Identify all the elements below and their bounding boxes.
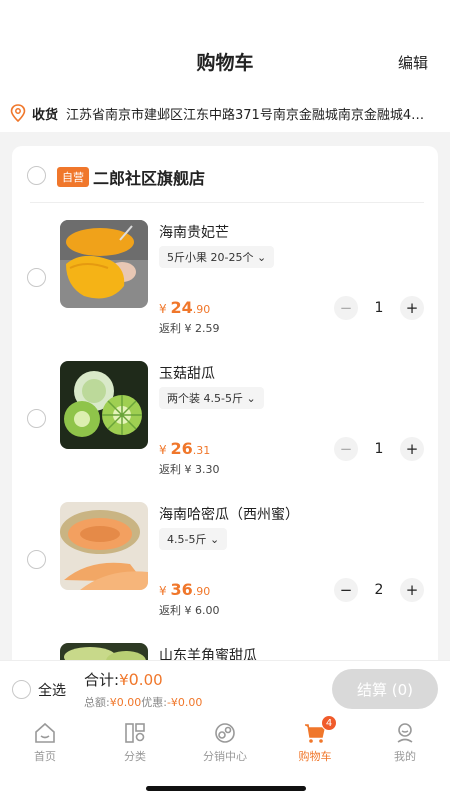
price-decimal: .31	[192, 444, 211, 457]
cart-count-badge: 4	[321, 715, 337, 731]
decrease-button[interactable]: −	[334, 437, 358, 461]
cart-item: 海南哈密瓜（西州蜜） 4.5-5斤 ⌄ ¥ 36.90 返利 ¥ 6.00 − …	[12, 502, 438, 642]
discount-value: -¥0.00	[166, 696, 203, 709]
store-name[interactable]: 二郎社区旗舰店	[93, 165, 205, 189]
product-image-mango[interactable]	[60, 220, 148, 308]
quantity-value[interactable]: 1	[375, 441, 384, 457]
quantity-stepper: − 1 +	[334, 296, 424, 320]
tab-label: 购物车	[298, 750, 332, 763]
sum-value: ¥0.00	[109, 696, 142, 709]
store-cart-card: 自营 二郎社区旗舰店 海南贵妃芒 5斤小果 20-25个 ⌄ ¥ 24.90 返…	[12, 146, 438, 706]
tab-profile[interactable]: 我的	[360, 721, 450, 764]
tab-home[interactable]: 首页	[0, 721, 90, 764]
product-price: ¥ 24.90	[159, 298, 210, 317]
tab-label: 我的	[394, 750, 416, 763]
total-integer: 0	[128, 670, 139, 689]
category-icon	[123, 721, 147, 745]
quantity-stepper: − 2 +	[334, 578, 424, 602]
tab-label: 分销中心	[203, 750, 247, 763]
tab-distribution[interactable]: 分销中心	[180, 721, 270, 764]
self-operated-badge: 自营	[57, 167, 89, 187]
cart-icon: 4	[303, 715, 337, 745]
rebate-text: 返利 ¥ 3.30	[159, 463, 220, 476]
increase-button[interactable]: +	[399, 296, 424, 320]
profile-icon	[393, 721, 417, 745]
store-header: 自营 二郎社区旗舰店	[12, 164, 438, 188]
spec-selector[interactable]: 5斤小果 20-25个 ⌄	[159, 246, 275, 268]
spec-text: 5斤小果 20-25个	[167, 251, 254, 264]
address-value: 江苏省南京市建邺区江东中路371号南京金融城南京金融城4…	[66, 107, 425, 123]
sum-label: 总额:	[84, 696, 110, 709]
discount-label: 优惠:	[141, 696, 167, 709]
checkout-bar: 全选 合计:¥0.00 总额:¥0.00优惠:-¥0.00 结算 (0)	[0, 660, 450, 716]
price-currency: ¥	[159, 302, 167, 316]
spec-selector[interactable]: 4.5-5斤 ⌄	[159, 528, 228, 550]
select-all-checkbox[interactable]	[12, 680, 31, 699]
product-image-hami-melon[interactable]	[60, 502, 148, 590]
rebate-text: 返利 ¥ 6.00	[159, 604, 220, 617]
address-label: 收货	[32, 107, 59, 123]
price-decimal: .90	[192, 585, 211, 598]
price-integer: 24	[170, 298, 193, 317]
total-decimal: .00	[138, 671, 163, 689]
total-currency: ¥	[119, 671, 129, 689]
spec-text: 4.5-5斤	[167, 533, 207, 546]
tab-cart[interactable]: 4 购物车	[270, 715, 360, 764]
header: 购物车 编辑 收货 江苏省南京市建邺区江东中路371号南京金融城南京金融城4…	[0, 0, 450, 132]
price-summary: 总额:¥0.00优惠:-¥0.00	[84, 694, 202, 710]
price-integer: 26	[170, 439, 193, 458]
divider	[30, 202, 424, 203]
product-image-melon[interactable]	[60, 361, 148, 449]
cart-item: 玉菇甜瓜 两个装 4.5-5斤 ⌄ ¥ 26.31 返利 ¥ 3.30 − 1 …	[12, 361, 438, 501]
chevron-down-icon: ⌄	[209, 533, 220, 546]
price-decimal: .90	[192, 303, 211, 316]
location-pin-icon	[10, 104, 26, 122]
product-name[interactable]: 海南哈密瓜（西州蜜）	[159, 504, 299, 524]
select-all-label[interactable]: 全选	[38, 680, 66, 700]
page-title: 购物车	[196, 52, 254, 74]
product-price: ¥ 26.31	[159, 439, 210, 458]
checkout-button[interactable]: 结算 (0)	[332, 669, 438, 709]
item-select-checkbox[interactable]	[27, 409, 46, 428]
tab-label: 分类	[124, 750, 146, 763]
quantity-value[interactable]: 1	[375, 300, 384, 316]
cart-item: 海南贵妃芒 5斤小果 20-25个 ⌄ ¥ 24.90 返利 ¥ 2.59 − …	[12, 220, 438, 360]
tab-label: 首页	[34, 750, 56, 763]
total-price: 合计:¥0.00	[84, 669, 163, 690]
total-label: 合计:	[84, 671, 120, 689]
store-select-checkbox[interactable]	[27, 166, 46, 185]
price-currency: ¥	[159, 584, 167, 598]
product-price: ¥ 36.90	[159, 580, 210, 599]
distribution-icon	[213, 721, 237, 745]
item-select-checkbox[interactable]	[27, 550, 46, 569]
chevron-down-icon: ⌄	[246, 392, 256, 405]
delivery-address[interactable]: 收货 江苏省南京市建邺区江东中路371号南京金融城南京金融城4…	[10, 102, 440, 124]
decrease-button[interactable]: −	[334, 578, 358, 602]
product-name[interactable]: 海南贵妃芒	[159, 222, 229, 242]
product-name[interactable]: 玉菇甜瓜	[159, 363, 215, 383]
tab-category[interactable]: 分类	[90, 721, 180, 764]
chevron-down-icon: ⌄	[256, 251, 267, 264]
spec-selector[interactable]: 两个装 4.5-5斤 ⌄	[159, 387, 264, 409]
price-currency: ¥	[159, 443, 167, 457]
rebate-text: 返利 ¥ 2.59	[159, 322, 220, 335]
spec-text: 两个装 4.5-5斤	[167, 392, 243, 405]
quantity-value[interactable]: 2	[375, 582, 384, 598]
price-integer: 36	[170, 580, 193, 599]
increase-button[interactable]: +	[399, 437, 424, 461]
home-icon	[33, 721, 57, 745]
increase-button[interactable]: +	[399, 578, 424, 602]
decrease-button[interactable]: −	[334, 296, 358, 320]
edit-button[interactable]: 编辑	[398, 52, 428, 73]
quantity-stepper: − 1 +	[334, 437, 424, 461]
item-select-checkbox[interactable]	[27, 268, 46, 287]
home-indicator	[146, 786, 306, 791]
